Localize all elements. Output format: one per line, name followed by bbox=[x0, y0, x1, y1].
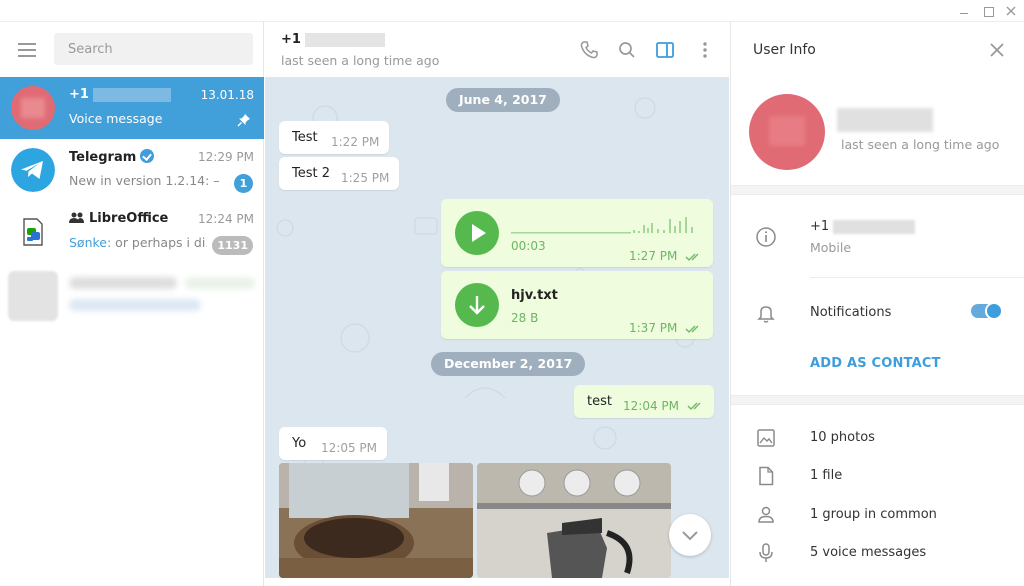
verified-icon bbox=[140, 149, 155, 163]
dialog-item[interactable]: LibreOffice 12:24 PM Sønke: or perhaps i… bbox=[0, 201, 264, 263]
dialog-name: Telegram bbox=[69, 149, 155, 165]
chat-title[interactable]: +1 bbox=[281, 32, 386, 47]
phone-label: Mobile bbox=[810, 240, 852, 255]
dialog-time: 12:29 PM bbox=[198, 150, 254, 164]
dialogs-sidebar: +1 13.01.18 Voice message Telegram 12:29… bbox=[0, 22, 264, 586]
phone-icon[interactable] bbox=[579, 40, 599, 60]
date-separator: June 4, 2017 bbox=[446, 88, 560, 112]
read-ticks-icon bbox=[685, 253, 699, 261]
user-icon bbox=[758, 506, 774, 523]
group-icon bbox=[69, 212, 84, 223]
voice-duration: 00:03 bbox=[511, 239, 546, 253]
dialog-item[interactable]: Telegram 12:29 PM New in version 1.2.14:… bbox=[0, 139, 264, 201]
dialog-name: +1 bbox=[69, 87, 172, 102]
file-message-bubble[interactable]: hjv.txt 28 B 1:37 PM bbox=[441, 271, 713, 339]
unread-badge: 1 bbox=[234, 174, 253, 193]
window-titlebar bbox=[0, 0, 1024, 22]
message-bubble[interactable]: test 12:04 PM bbox=[574, 385, 714, 418]
dialog-time: 13.01.18 bbox=[200, 88, 254, 102]
search-icon[interactable] bbox=[617, 40, 637, 60]
section-divider bbox=[731, 185, 1024, 195]
libreoffice-logo-icon bbox=[11, 210, 55, 254]
file-size: 28 B bbox=[511, 311, 539, 325]
user-name bbox=[837, 108, 933, 132]
file-name[interactable]: hjv.txt bbox=[511, 288, 558, 303]
microphone-icon bbox=[759, 543, 773, 562]
avatar bbox=[11, 86, 55, 130]
dialog-item[interactable]: +1 13.01.18 Voice message bbox=[0, 77, 264, 139]
message-bubble[interactable]: Test 2 1:25 PM bbox=[279, 157, 399, 190]
panel-title: User Info bbox=[753, 42, 816, 58]
chat-header: +1 last seen a long time ago bbox=[265, 22, 729, 78]
waveform bbox=[511, 217, 693, 234]
dialog-preview: Voice message bbox=[69, 111, 163, 126]
search-input[interactable] bbox=[54, 33, 253, 65]
dialog-preview: Sønke: or perhaps i di... bbox=[69, 235, 207, 250]
voice-message-bubble[interactable]: 00:03 1:27 PM bbox=[441, 199, 713, 267]
sidebar-toggle-icon[interactable] bbox=[655, 40, 675, 60]
more-icon[interactable] bbox=[695, 40, 715, 60]
pin-icon bbox=[237, 114, 250, 127]
telegram-logo-icon bbox=[11, 148, 55, 192]
chat-status: last seen a long time ago bbox=[281, 53, 440, 68]
dialog-name: LibreOffice bbox=[69, 211, 168, 226]
add-as-contact-button[interactable]: ADD AS CONTACT bbox=[810, 356, 941, 371]
chevron-down-icon bbox=[682, 531, 698, 541]
close-window-button[interactable] bbox=[1003, 3, 1019, 19]
photo-thumbnail[interactable] bbox=[279, 463, 473, 578]
chat-area: +1 last seen a long time ago June 4, 201… bbox=[265, 22, 729, 586]
unread-badge: 1131 bbox=[212, 236, 253, 255]
play-button[interactable] bbox=[455, 211, 499, 255]
dialog-time: 12:24 PM bbox=[198, 212, 254, 226]
close-icon bbox=[1006, 6, 1016, 16]
maximize-button[interactable] bbox=[980, 3, 996, 19]
sender-name: Sønke: bbox=[69, 235, 112, 250]
download-button[interactable] bbox=[455, 283, 499, 327]
info-icon bbox=[756, 227, 776, 247]
scroll-down-button[interactable] bbox=[669, 514, 711, 556]
date-separator: December 2, 2017 bbox=[431, 352, 586, 376]
download-icon bbox=[469, 296, 485, 315]
close-icon[interactable] bbox=[987, 40, 1007, 60]
notifications-toggle[interactable] bbox=[971, 302, 1003, 320]
photo-thumbnail[interactable] bbox=[477, 463, 671, 578]
user-info-panel: User Info last seen a long time ago +1 M… bbox=[730, 22, 1024, 586]
bell-icon bbox=[757, 306, 775, 323]
row-divider bbox=[810, 277, 1024, 278]
user-status: last seen a long time ago bbox=[841, 137, 1000, 152]
avatar bbox=[8, 271, 58, 321]
avatar[interactable] bbox=[749, 94, 825, 170]
message-composer[interactable] bbox=[265, 578, 729, 586]
dialog-item[interactable] bbox=[0, 263, 264, 325]
section-divider bbox=[731, 395, 1024, 405]
read-ticks-icon bbox=[687, 402, 701, 410]
message-bubble[interactable]: Yo 12:05 PM bbox=[279, 427, 387, 460]
dialog-preview: New in version 1.2.14: —... bbox=[69, 173, 219, 188]
read-ticks-icon bbox=[685, 325, 699, 333]
file-icon bbox=[759, 466, 774, 486]
minimize-button[interactable] bbox=[956, 3, 972, 19]
notifications-label: Notifications bbox=[810, 305, 892, 320]
photo-icon bbox=[757, 429, 775, 447]
play-icon bbox=[472, 224, 486, 242]
phone-number: +1 bbox=[810, 219, 916, 234]
menu-icon[interactable] bbox=[18, 43, 36, 57]
message-bubble[interactable]: Test 1:22 PM bbox=[279, 121, 389, 154]
